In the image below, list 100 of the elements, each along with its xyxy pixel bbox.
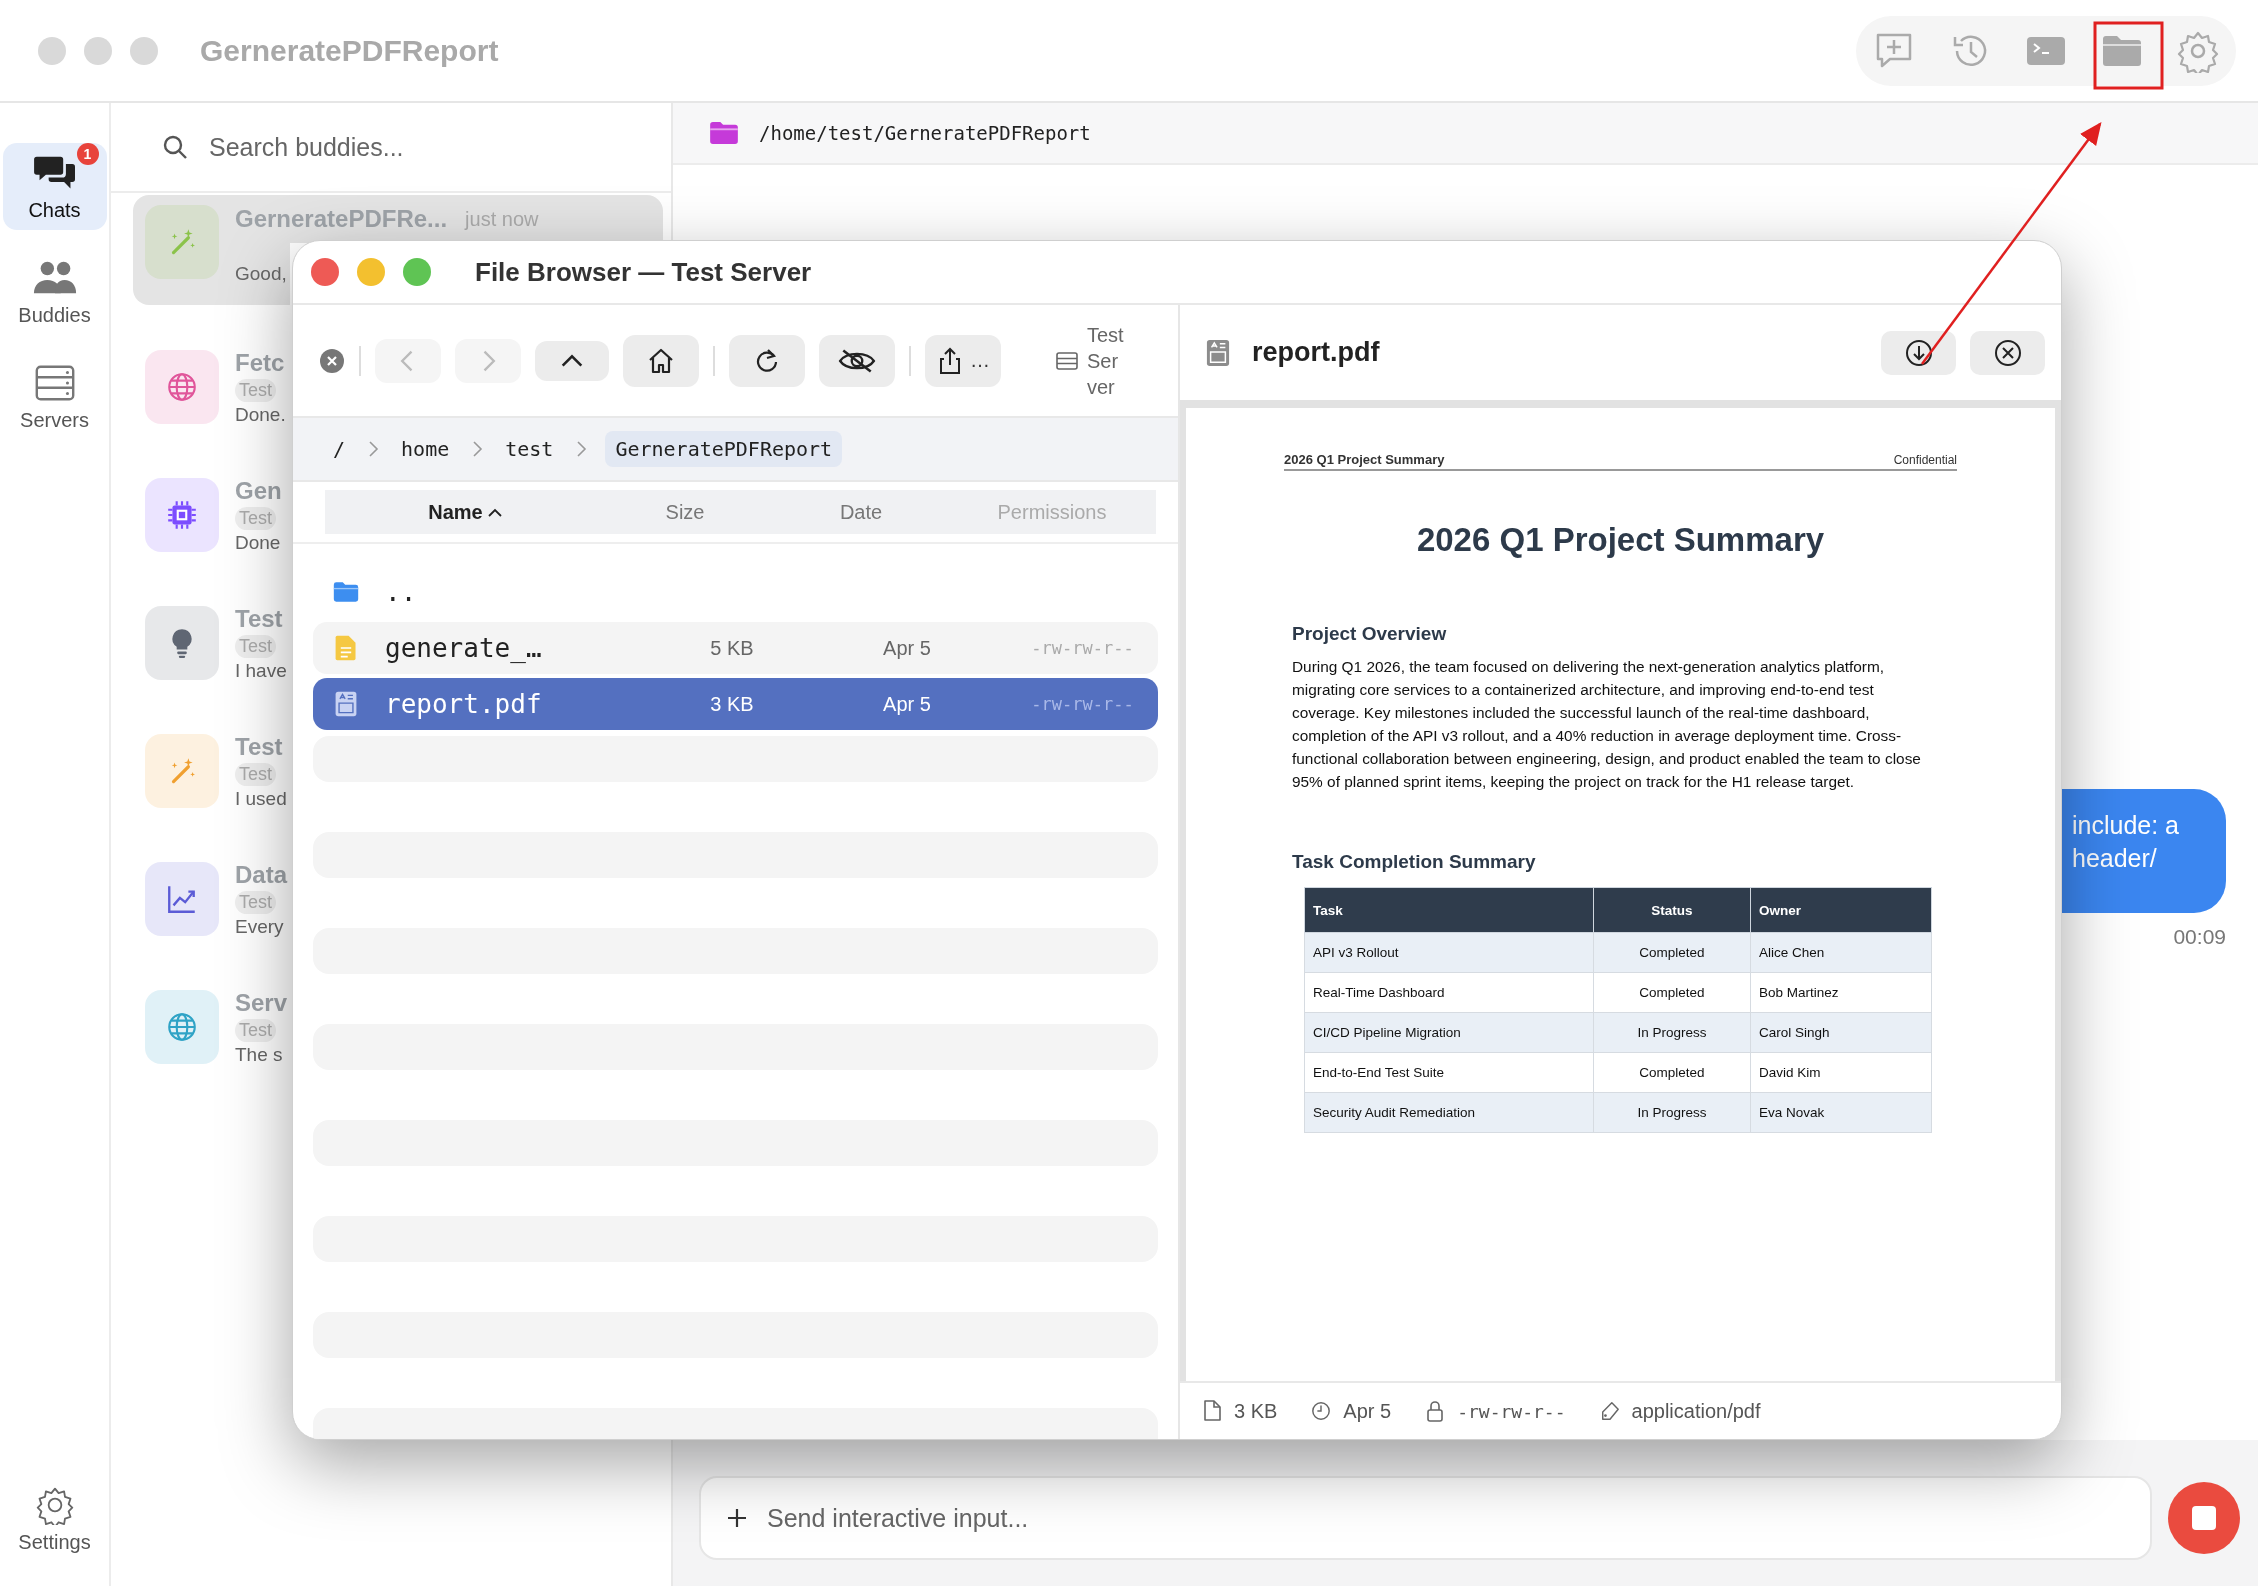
document-icon (333, 691, 359, 717)
highlight-frame (2093, 21, 2164, 90)
breadcrumb-item[interactable]: GerneratePDFReport (605, 431, 843, 467)
chat-item[interactable]: Test Test I have (133, 579, 290, 707)
chat-item[interactable]: Serv Test The s (133, 963, 290, 1091)
file-row[interactable]: generate_… 5 KB Apr 5 -rw-rw-r-- (313, 622, 1158, 674)
folder-icon (333, 579, 359, 605)
section-heading: Task Completion Summary (1291, 851, 1537, 873)
nav-item[interactable]: 1 Chats (2, 143, 107, 230)
home-icon (647, 346, 675, 375)
lock-icon (1425, 1400, 1446, 1422)
nav-item[interactable]: Buddies (2, 248, 107, 335)
document-title: 2026 Q1 Project Summary (1415, 521, 1826, 559)
sort-caret-icon (486, 506, 503, 518)
window-title: GerneratePDFReport (200, 33, 499, 68)
table-cell: End-to-End Test Suite (1304, 1052, 1594, 1093)
share-button[interactable]: … (925, 334, 1001, 387)
chat-item[interactable]: Data Test Every (133, 835, 290, 963)
table-cell: In Progress (1593, 1092, 1751, 1133)
zoom-window-control[interactable] (403, 258, 431, 286)
message-preview: I used (235, 787, 287, 810)
search-field[interactable]: Search buddies... (111, 103, 671, 193)
chat-name: Serv (235, 988, 288, 1017)
file-name: .. (384, 577, 418, 607)
file-date: Apr 5 (882, 692, 932, 716)
table-cell: CI/CD Pipeline Migration (1304, 1012, 1594, 1053)
server-name: Test Server (1087, 322, 1125, 400)
server-tag: Test (235, 890, 276, 914)
file-type: application/pdf (1631, 1399, 1761, 1423)
refresh-button[interactable] (729, 334, 805, 387)
server-tag: Test (235, 634, 276, 658)
table-header-cell: Owner (1750, 887, 1932, 933)
table-cell: In Progress (1593, 1012, 1751, 1053)
close-icon (1993, 338, 2022, 367)
message-text: include: a (2072, 811, 2181, 840)
close-button[interactable] (1970, 330, 2045, 375)
file-row[interactable]: .. (313, 566, 1158, 618)
input-field[interactable]: Send interactive input... (699, 1476, 2152, 1560)
message-preview: The s (235, 1043, 283, 1066)
breadcrumb-item[interactable]: / (329, 431, 350, 467)
table-header-cell: Task (1304, 887, 1594, 933)
server-tag: Test (235, 506, 276, 530)
clock-icon (1311, 1400, 1332, 1422)
file-title: report.pdf (1252, 337, 1380, 368)
table-cell: Bob Martinez (1750, 972, 1932, 1013)
chat-item[interactable]: Gen Test Done (133, 451, 290, 579)
table-header-cell: Status (1593, 887, 1751, 933)
file-row[interactable]: report.pdf 3 KB Apr 5 -rw-rw-r-- (313, 678, 1158, 730)
table-cell: Completed (1593, 1052, 1751, 1093)
message-time: 00:09 (2173, 925, 2226, 949)
window-control[interactable] (38, 36, 66, 65)
up-button[interactable] (535, 340, 609, 381)
chevron-icon (575, 439, 588, 459)
table-cell: API v3 Rollout (1304, 932, 1594, 973)
breadcrumb-item[interactable]: home (397, 431, 454, 467)
plus-icon (725, 1506, 749, 1530)
minimize-window-control[interactable] (357, 258, 385, 286)
back-button[interactable] (375, 338, 441, 383)
message-preview: Done (235, 531, 281, 554)
chat-item[interactable]: Fetc Test Done. (133, 323, 290, 451)
table-cell: Completed (1593, 972, 1751, 1013)
file-permissions: -rw-rw-r-- (1030, 638, 1135, 658)
close-icon[interactable] (319, 347, 345, 374)
home-button[interactable] (623, 334, 699, 387)
breadcrumb-item[interactable]: test (501, 431, 558, 467)
message-preview: Done. (235, 403, 286, 426)
table-cell: Completed (1593, 932, 1751, 973)
message-preview: Good, (235, 263, 287, 285)
chat-name: Data (235, 860, 288, 889)
file-date: Apr 5 (1343, 1399, 1392, 1423)
chat-name: Fetc (235, 348, 285, 377)
column-header[interactable]: Size (606, 500, 764, 524)
nav-item[interactable]: Servers (2, 353, 107, 440)
path-text: /home/test/GerneratePDFReport (759, 122, 1091, 144)
nav-item[interactable]: Settings (2, 1475, 107, 1562)
forward-button[interactable] (455, 338, 521, 383)
window-control[interactable] (84, 36, 112, 65)
hide-button[interactable] (819, 334, 895, 387)
file-name: report.pdf (384, 689, 543, 719)
message-preview: Every (235, 915, 284, 938)
file-name: generate_… (384, 633, 543, 663)
document-icon (333, 635, 359, 661)
window-control[interactable] (130, 36, 158, 65)
column-header[interactable]: Date (764, 500, 958, 524)
close-window-control[interactable] (311, 258, 339, 286)
chevron-icon (367, 439, 380, 459)
download-button[interactable] (1881, 330, 1956, 375)
section-heading: Project Overview (1291, 623, 1448, 645)
file-date: Apr 5 (882, 636, 932, 660)
file-size: 5 KB (709, 636, 755, 660)
file-size: 3 KB (1234, 1399, 1278, 1423)
file-icon (1202, 1400, 1222, 1422)
message-text: header/ (2072, 844, 2158, 873)
tag-icon (1599, 1400, 1620, 1422)
chat-item[interactable]: Test Test I used (133, 707, 290, 835)
unread-badge: 1 (76, 143, 99, 165)
server-tag: Test (235, 378, 276, 402)
column-header[interactable]: Name (325, 500, 606, 524)
server-tag: Test (235, 1018, 276, 1042)
message-preview: I have (235, 659, 287, 682)
